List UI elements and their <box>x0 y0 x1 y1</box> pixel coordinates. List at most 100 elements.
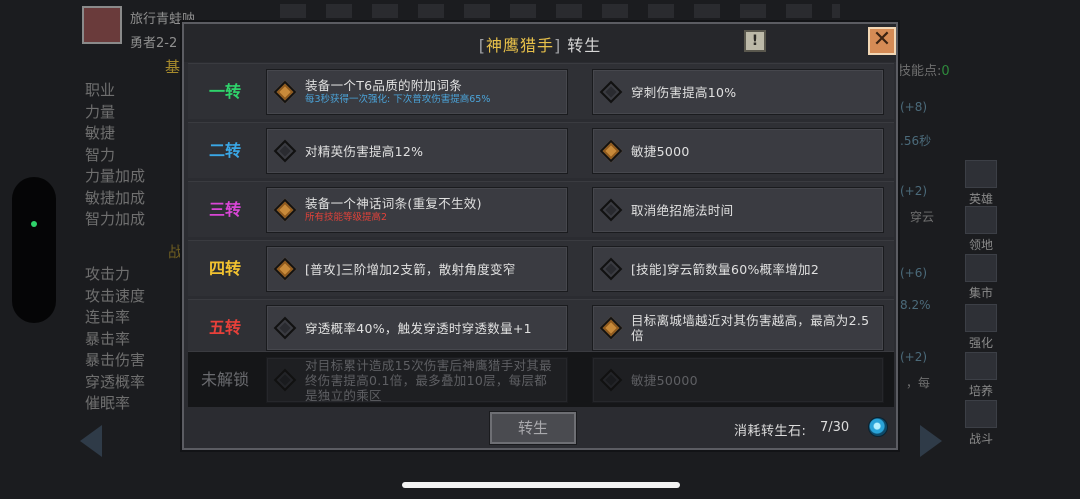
tier-label: 一转 <box>208 82 241 101</box>
home-indicator <box>402 482 680 488</box>
option-text-wrap: 对精英伤害提高12% <box>305 129 559 173</box>
stat-label: 智力加成 <box>85 210 146 228</box>
rebirth-stone-icon <box>868 417 888 437</box>
tier-option-card[interactable]: 取消绝招施法时间 <box>592 187 884 233</box>
stat-label: 力量加成 <box>85 167 146 185</box>
option-text: 对精英伤害提高12% <box>305 143 424 159</box>
nav-enhance[interactable]: 强化 <box>958 304 1004 354</box>
option-text: 敏捷50000 <box>631 372 698 388</box>
battle-stats-title: 战 <box>168 243 184 261</box>
stat-label: 职业 <box>85 81 116 99</box>
modal-header: [神鹰猎手] 转生 ! ✕ <box>184 24 896 62</box>
territory-icon <box>965 206 997 234</box>
unselected-gem-icon <box>599 257 623 281</box>
option-text-wrap: [普攻]三阶增加2支箭，散射角度变窄 <box>305 247 559 291</box>
nav-label: 战斗 <box>968 432 993 446</box>
tier-row: 五转 穿透概率40%，触发穿透时穿透数量+1 目标离城墙越近对其伤害越高，最高为2.… <box>188 299 894 355</box>
cost-label: 消耗转生石: <box>734 424 807 439</box>
market-icon <box>965 254 997 282</box>
option-text: 穿刺伤害提高10% <box>631 84 737 100</box>
stat-label: 攻击速度 <box>85 286 146 305</box>
stat-label: 催眠率 <box>85 394 131 412</box>
battle-stats-list: 攻击力 攻击速度 连击率 暴击率 暴击伤害 穿透概率 催眠率 <box>85 264 145 415</box>
close-button[interactable]: ✕ <box>868 27 896 55</box>
nav-market[interactable]: 集市 <box>958 254 1004 304</box>
stat-label: 暴击率 <box>85 329 131 348</box>
stat-label: 力量 <box>85 102 116 121</box>
option-subtext: 每3秒获得一次强化: 下次普攻伤害提高65% <box>305 94 491 105</box>
nav-battle[interactable]: 战斗 <box>958 400 1004 450</box>
side-value: ，每 <box>906 376 931 390</box>
top-resource-bar <box>280 4 840 18</box>
tier-option-card[interactable]: 穿透概率40%，触发穿透时穿透数量+1 <box>266 305 568 351</box>
option-text-wrap: 取消绝招施法时间 <box>631 188 875 232</box>
next-arrow-icon[interactable] <box>920 425 942 457</box>
tier-option-card[interactable]: 穿刺伤害提高10% <box>592 69 884 115</box>
option-text-wrap: 穿刺伤害提高10% <box>631 70 875 114</box>
selected-gem-icon <box>273 257 297 281</box>
nav-label: 英雄 <box>968 192 993 206</box>
option-text-wrap: 装备一个T6品质的附加词条 每3秒获得一次强化: 下次普攻伤害提高65% <box>305 70 559 114</box>
unselected-gem-icon <box>599 368 623 392</box>
rebirth-button[interactable]: 转生 <box>490 412 576 444</box>
stat-label: 暴击伤害 <box>85 351 146 369</box>
unselected-gem-icon <box>273 316 297 340</box>
nav-territory[interactable]: 领地 <box>958 206 1004 256</box>
class-name: 神鹰猎手 <box>485 36 554 55</box>
base-stats-list: 职业 力量 敏捷 智力 力量加成 敏捷加成 智力加成 <box>85 80 145 231</box>
nav-label: 强化 <box>968 336 993 350</box>
tier-option-card[interactable]: 敏捷5000 <box>592 128 884 174</box>
option-text-wrap: 目标离城墙越近对其伤害越高，最高为2.5倍 <box>631 306 875 350</box>
prev-arrow-icon[interactable] <box>80 425 102 457</box>
nav-hero[interactable]: 英雄 <box>958 160 1004 210</box>
unselected-gem-icon <box>599 80 623 104</box>
side-value: (+8) <box>900 100 928 114</box>
stat-label: 敏捷加成 <box>85 188 146 207</box>
side-value: (+6) <box>900 266 928 280</box>
selected-gem-icon <box>273 198 297 222</box>
unselected-gem-icon <box>599 198 623 222</box>
option-text-wrap: 敏捷50000 <box>631 358 875 402</box>
tier-option-card[interactable]: 装备一个神话词条(重复不生效) 所有技能等级提高2 <box>266 187 568 233</box>
hero-icon <box>965 160 997 188</box>
tier-option-card: 对目标累计造成15次伤害后神鹰猎手对其最终伤害提高0.1倍，最多叠加10层，每层… <box>266 357 568 403</box>
skill-points: 技能点:0 <box>898 60 950 79</box>
tier-option-card[interactable]: 对精英伤害提高12% <box>266 128 568 174</box>
tier-label: 三转 <box>208 200 241 219</box>
nav-train[interactable]: 培养 <box>958 352 1004 402</box>
cost-value: 7/30 <box>820 420 850 435</box>
tier-row: 四转 [普攻]三阶增加2支箭，散射角度变窄 [技能]穿云箭数量60%概率增加2 <box>188 240 894 296</box>
tier-row: 未解锁 对目标累计造成15次伤害后神鹰猎手对其最终伤害提高0.1倍，最多叠加10层… <box>188 351 894 407</box>
player-avatar[interactable] <box>82 6 122 44</box>
modal-title: [神鹰猎手] 转生 <box>184 32 896 56</box>
nav-label: 集市 <box>968 286 993 300</box>
title-bracket: ] <box>553 36 562 55</box>
option-text-wrap: 穿透概率40%，触发穿透时穿透数量+1 <box>305 306 559 350</box>
stat-label: 穿透概率 <box>85 372 146 391</box>
skill-points-value: 0 <box>941 64 950 79</box>
option-text: 目标离城墙越近对其伤害越高，最高为2.5倍 <box>631 313 870 343</box>
tier-option-card[interactable]: 目标离城墙越近对其伤害越高，最高为2.5倍 <box>592 305 884 351</box>
nav-label: 领地 <box>968 238 993 252</box>
skill-points-label: 技能点: <box>898 64 942 79</box>
enhance-icon <box>965 304 997 332</box>
train-icon <box>965 352 997 380</box>
unselected-gem-icon <box>273 368 297 392</box>
status-dot <box>31 221 37 227</box>
side-value: .56秒 <box>900 134 932 148</box>
info-icon[interactable]: ! <box>744 30 766 52</box>
option-text: 装备一个神话词条(重复不生效) <box>305 196 482 211</box>
stat-label: 智力 <box>85 145 116 164</box>
selected-gem-icon <box>273 80 297 104</box>
option-text: 对目标累计造成15次伤害后神鹰猎手对其最终伤害提高0.1倍，最多叠加10层，每层… <box>305 357 552 403</box>
unselected-gem-icon <box>273 139 297 163</box>
tier-option-card[interactable]: 装备一个T6品质的附加词条 每3秒获得一次强化: 下次普攻伤害提高65% <box>266 69 568 115</box>
tier-label: 五转 <box>208 318 241 337</box>
tier-row: 三转 装备一个神话词条(重复不生效) 所有技能等级提高2 取消绝招施法时间 <box>188 181 894 237</box>
tier-option-card[interactable]: [技能]穿云箭数量60%概率增加2 <box>592 246 884 292</box>
option-text: [技能]穿云箭数量60%概率增加2 <box>631 261 820 277</box>
stat-label: 敏捷 <box>85 124 116 142</box>
tier-option-card[interactable]: [普攻]三阶增加2支箭，散射角度变窄 <box>266 246 568 292</box>
side-value: 8.2% <box>900 298 931 312</box>
option-text-wrap: 对目标累计造成15次伤害后神鹰猎手对其最终伤害提高0.1倍，最多叠加10层，每层… <box>305 357 559 403</box>
